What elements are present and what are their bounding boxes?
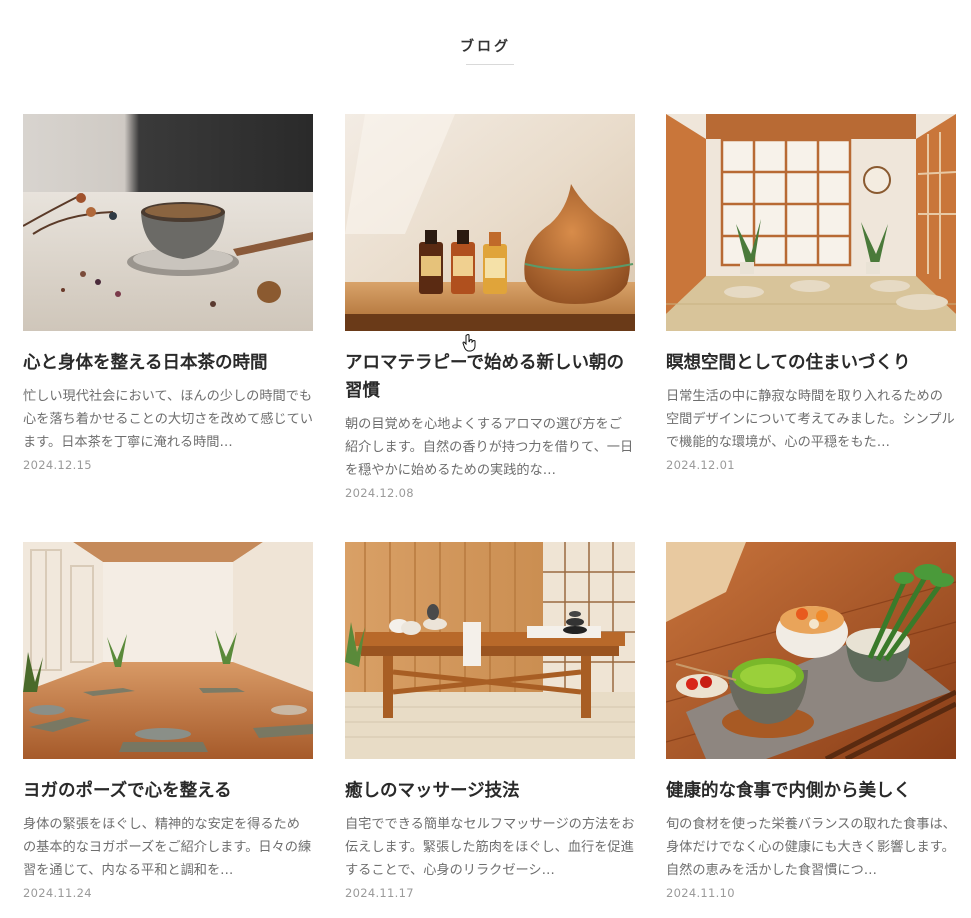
page-title: ブログ xyxy=(460,39,511,55)
post-excerpt: 身体の緊張をほぐし、精神的な安定を得るための基本的なヨガポーズをご紹介します。日… xyxy=(23,817,312,878)
post-excerpt: 日常生活の中に静寂な時間を取り入れるための空間デザインについて考えてみました。シ… xyxy=(666,389,955,450)
yoga-studio-thumbnail[interactable] xyxy=(23,542,313,759)
post-date: 2024.12.08 xyxy=(345,486,414,500)
massage-table-thumbnail[interactable] xyxy=(345,542,635,759)
title-underline xyxy=(466,64,514,65)
post-excerpt: 自宅でできる簡単なセルフマッサージの方法をお伝えします。緊張した筋肉をほぐし、血… xyxy=(345,817,635,878)
blog-card[interactable]: 健康的な食事で内側から美しく 旬の食材を使った栄養バランスの取れた食事は、身体だ… xyxy=(666,542,956,900)
blog-card[interactable]: 心と身体を整える日本茶の時間 忙しい現代社会において、ほんの少しの時間でも心を落… xyxy=(23,114,313,472)
post-excerpt: 忙しい現代社会において、ほんの少しの時間でも心を落ち着かせることの大切さを改めて… xyxy=(23,389,313,450)
pointer-cursor-icon xyxy=(462,334,476,352)
post-excerpt: 旬の食材を使った栄養バランスの取れた食事は、身体だけでなく心の健康にも大きく影響… xyxy=(666,817,956,878)
post-title[interactable]: 癒しのマッサージ技法 xyxy=(345,777,635,805)
tea-cup-thumbnail[interactable] xyxy=(23,114,313,331)
blog-card[interactable]: 瞑想空間としての住まいづくり 日常生活の中に静寂な時間を取り入れるための空間デザ… xyxy=(666,114,956,472)
post-title[interactable]: 瞑想空間としての住まいづくり xyxy=(666,349,956,377)
post-excerpt: 朝の目覚めを心地よくするアロマの選び方をご紹介します。自然の香りが持つ力を借りて… xyxy=(345,417,634,478)
aroma-thumbnail[interactable] xyxy=(345,114,635,331)
post-title[interactable]: ヨガのポーズで心を整える xyxy=(23,777,313,805)
blog-card[interactable]: ヨガのポーズで心を整える 身体の緊張をほぐし、精神的な安定を得るための基本的なヨ… xyxy=(23,542,313,900)
meditation-room-thumbnail[interactable] xyxy=(666,114,956,331)
healthy-meal-thumbnail[interactable] xyxy=(666,542,956,759)
post-date: 2024.12.15 xyxy=(23,458,92,472)
post-date: 2024.11.17 xyxy=(345,886,414,900)
post-title[interactable]: アロマテラピーで始める新しい朝の習慣 xyxy=(345,349,635,405)
blog-card[interactable]: アロマテラピーで始める新しい朝の習慣 朝の目覚めを心地よくするアロマの選び方をご… xyxy=(345,114,635,500)
blog-card[interactable]: 癒しのマッサージ技法 自宅でできる簡単なセルフマッサージの方法をお伝えします。緊… xyxy=(345,542,635,900)
post-date: 2024.11.24 xyxy=(23,886,92,900)
blog-header: ブログ xyxy=(0,36,971,56)
post-title[interactable]: 心と身体を整える日本茶の時間 xyxy=(23,349,313,377)
post-date: 2024.12.01 xyxy=(666,458,735,472)
post-date: 2024.11.10 xyxy=(666,886,735,900)
post-title[interactable]: 健康的な食事で内側から美しく xyxy=(666,777,956,805)
